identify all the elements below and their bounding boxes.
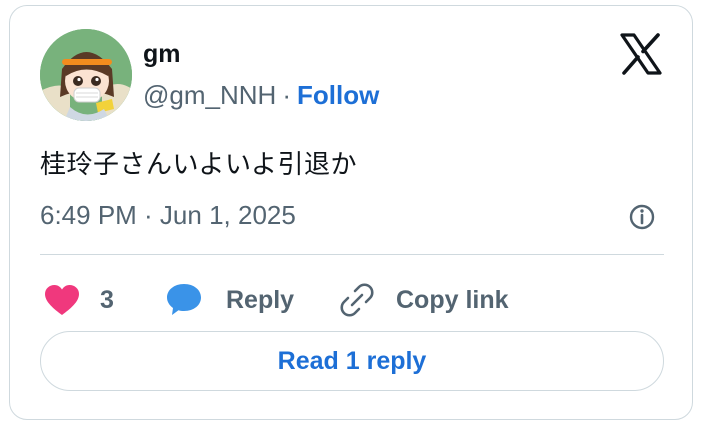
like-button[interactable]: 3 (44, 278, 114, 322)
avatar-image (40, 29, 132, 121)
divider (40, 254, 664, 255)
reply-button[interactable]: Reply (166, 278, 294, 322)
author-handle[interactable]: @gm_NNH (143, 80, 276, 110)
tweet-timestamp[interactable]: 6:49 PM · Jun 1, 2025 (40, 200, 296, 231)
avatar[interactable] (40, 29, 132, 121)
copy-link-label: Copy link (396, 285, 509, 314)
author-handle-row: @gm_NNH · Follow (143, 80, 379, 111)
heart-icon (45, 285, 79, 315)
speech-bubble-icon (167, 284, 201, 315)
tweet-text: 桂玲子さんいよいよ引退か (40, 149, 357, 179)
author-name[interactable]: gm (143, 40, 181, 69)
x-logo-icon[interactable] (619, 33, 663, 75)
read-replies-button[interactable]: Read 1 reply (40, 331, 664, 391)
tweet-embed-card: gm @gm_NNH · Follow 桂玲子さんいよいよ引退か 6:49 PM ·… (9, 5, 693, 420)
reply-label: Reply (226, 285, 295, 314)
separator-dot: · (282, 80, 291, 110)
link-icon (340, 283, 374, 317)
copy-link-button[interactable]: Copy link (340, 278, 509, 322)
info-icon[interactable] (628, 203, 656, 231)
like-count: 3 (100, 285, 114, 314)
follow-button[interactable]: Follow (297, 80, 379, 110)
